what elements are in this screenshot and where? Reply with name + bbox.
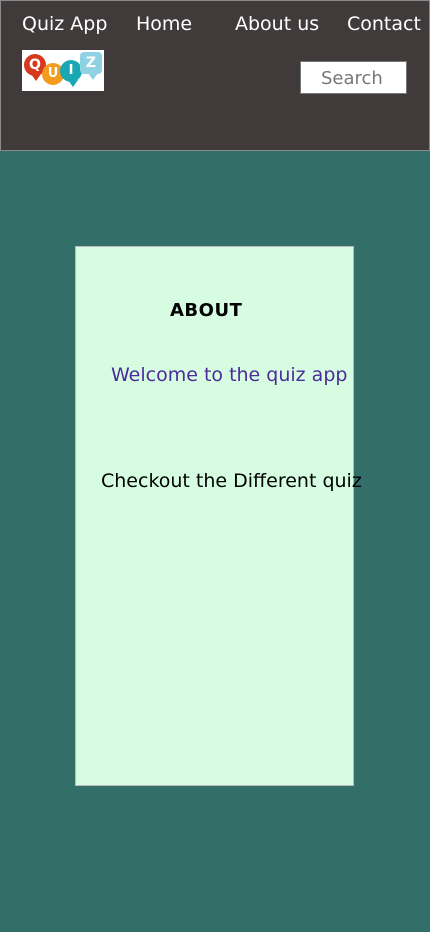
nav-home-link[interactable]: Home	[136, 11, 192, 37]
search-input[interactable]	[300, 61, 407, 94]
checkout-text: Checkout the Different quiz	[101, 470, 362, 492]
logo-letter-z: Z	[80, 52, 102, 74]
about-title: ABOUT	[170, 300, 243, 321]
logo-bubble-tail	[68, 80, 78, 87]
logo-letter-i: I	[60, 60, 82, 82]
nav-about-link[interactable]: About us	[235, 11, 319, 37]
site-header: Quiz App Home About us Contact Q U I Z	[0, 0, 430, 151]
logo-bubble-tail	[31, 74, 41, 81]
about-card: ABOUT Welcome to the quiz app Checkout t…	[75, 246, 362, 786]
quiz-logo[interactable]: Q U I Z	[22, 50, 104, 91]
welcome-text: Welcome to the quiz app	[111, 364, 348, 386]
brand-link[interactable]: Quiz App	[22, 11, 107, 37]
logo-bubble-tail	[88, 73, 98, 80]
nav-contact-link[interactable]: Contact	[347, 11, 421, 37]
